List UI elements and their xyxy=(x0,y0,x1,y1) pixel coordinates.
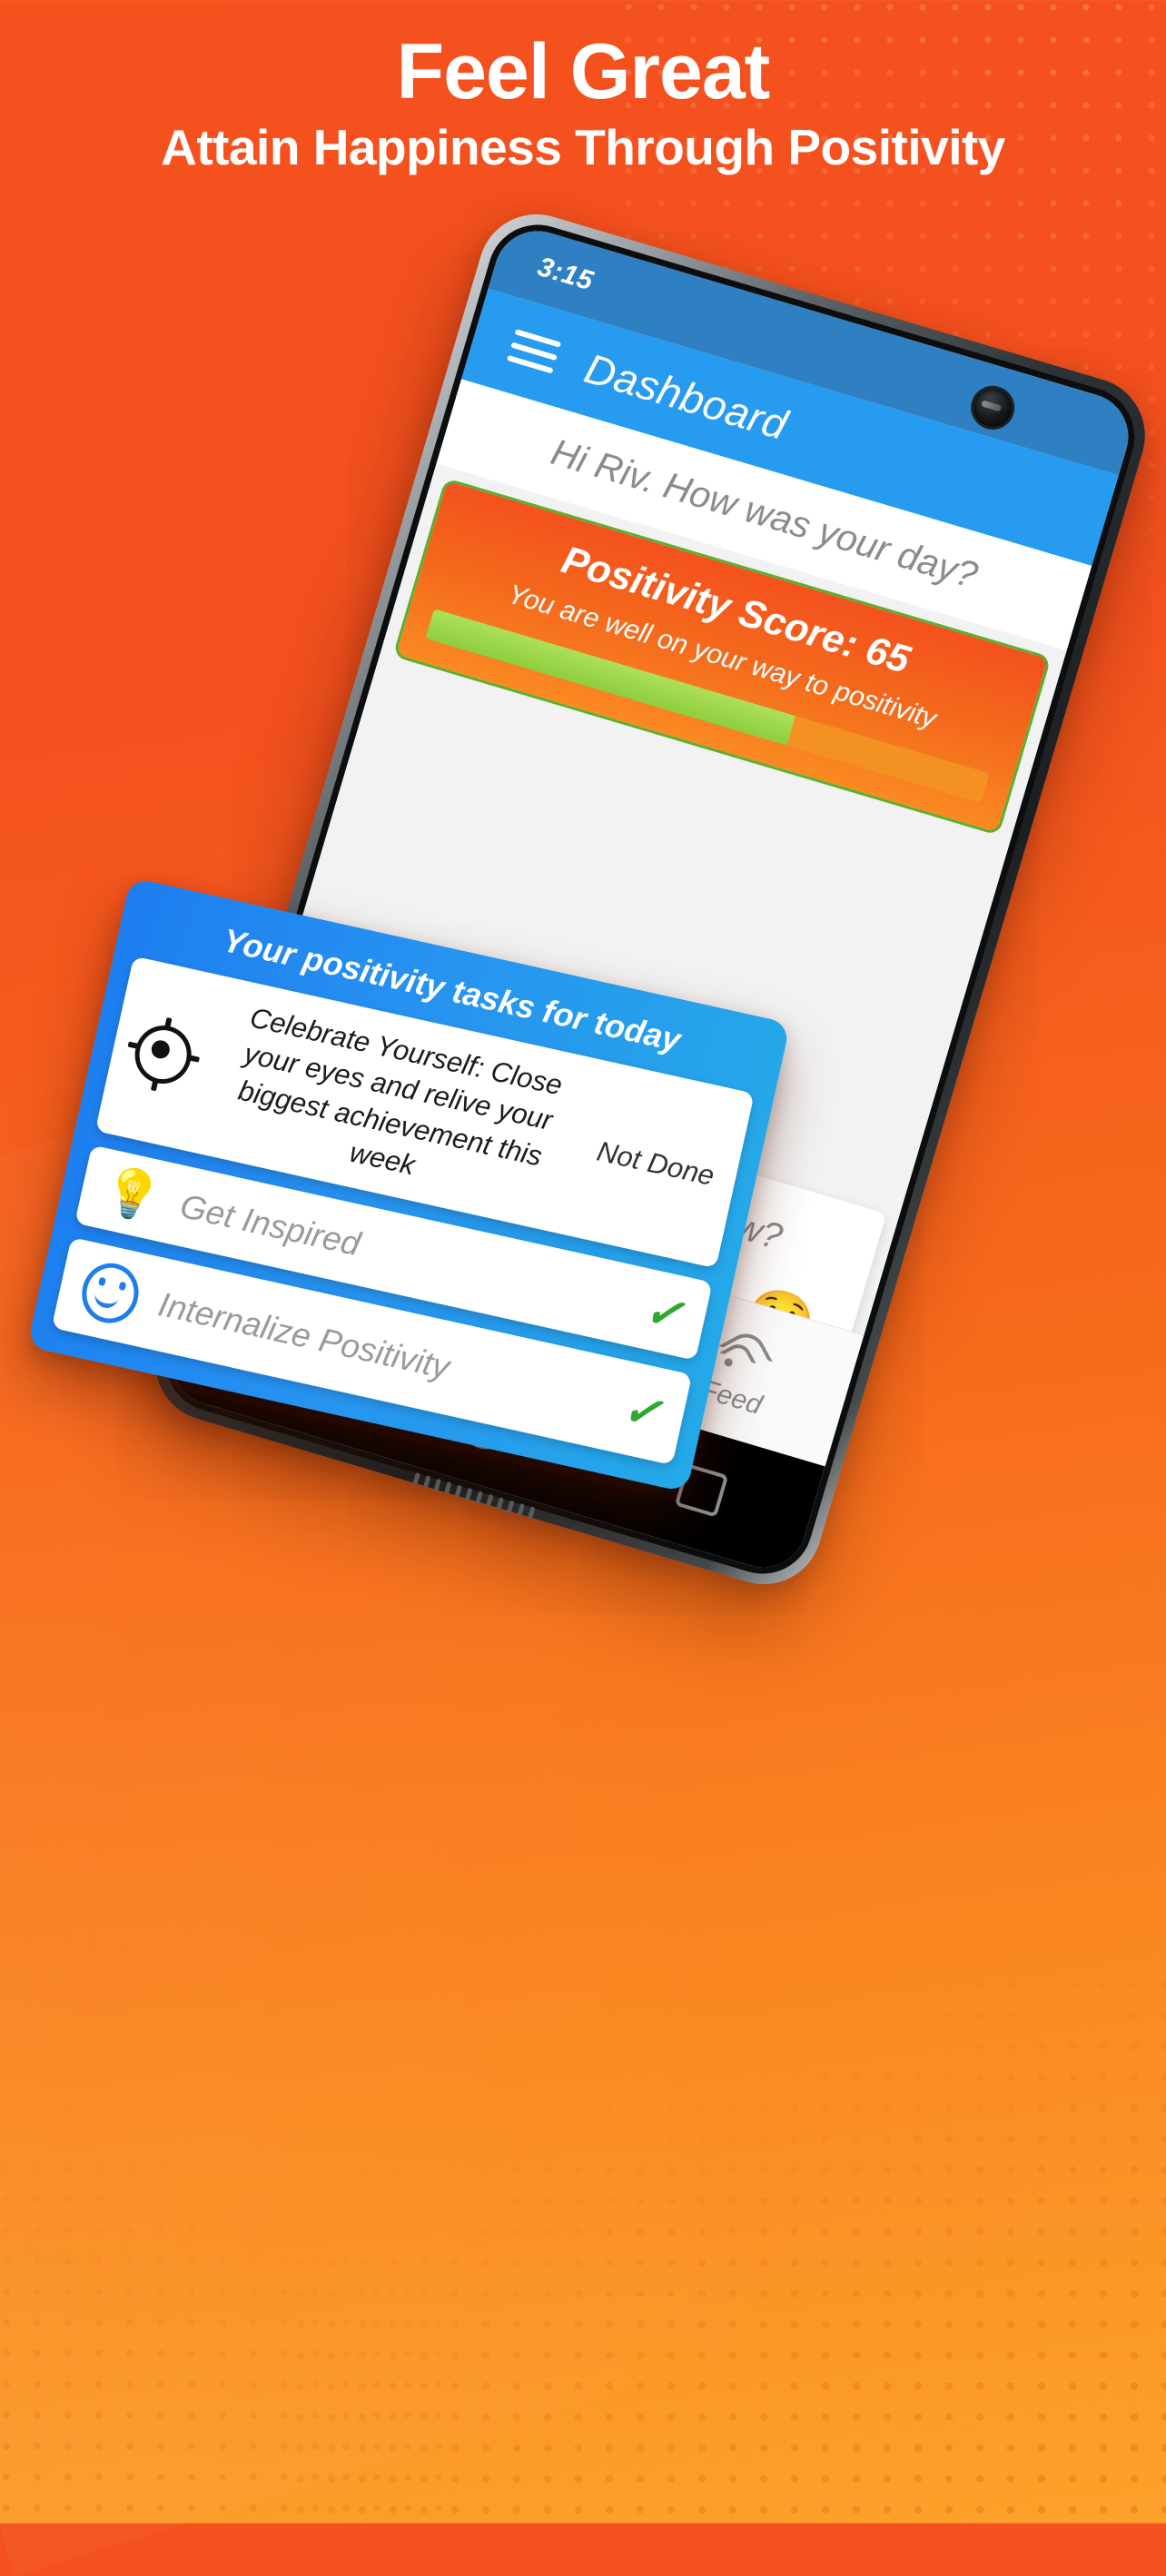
target-icon xyxy=(127,1016,201,1091)
lightbulb-icon: 💡 xyxy=(97,1163,167,1227)
hero-headline: Feel Great xyxy=(396,28,771,115)
smiley-outline-icon xyxy=(75,1257,144,1329)
hamburger-menu-icon[interactable] xyxy=(507,329,562,374)
halftone-dots-bottom-left xyxy=(0,2060,463,2532)
halftone-dots-bottom-right xyxy=(285,1969,1166,2532)
hero-subheadline: Attain Happiness Through Positivity xyxy=(161,118,1005,175)
hero-text-block: Feel Great Attain Happiness Through Posi… xyxy=(0,28,1166,175)
front-camera-icon xyxy=(965,381,1021,435)
task-status: ✓ xyxy=(639,1283,688,1342)
task-status: Not Done xyxy=(594,1134,717,1192)
status-bar-clock: 3:15 xyxy=(534,252,598,297)
task-status: ✓ xyxy=(618,1382,667,1441)
